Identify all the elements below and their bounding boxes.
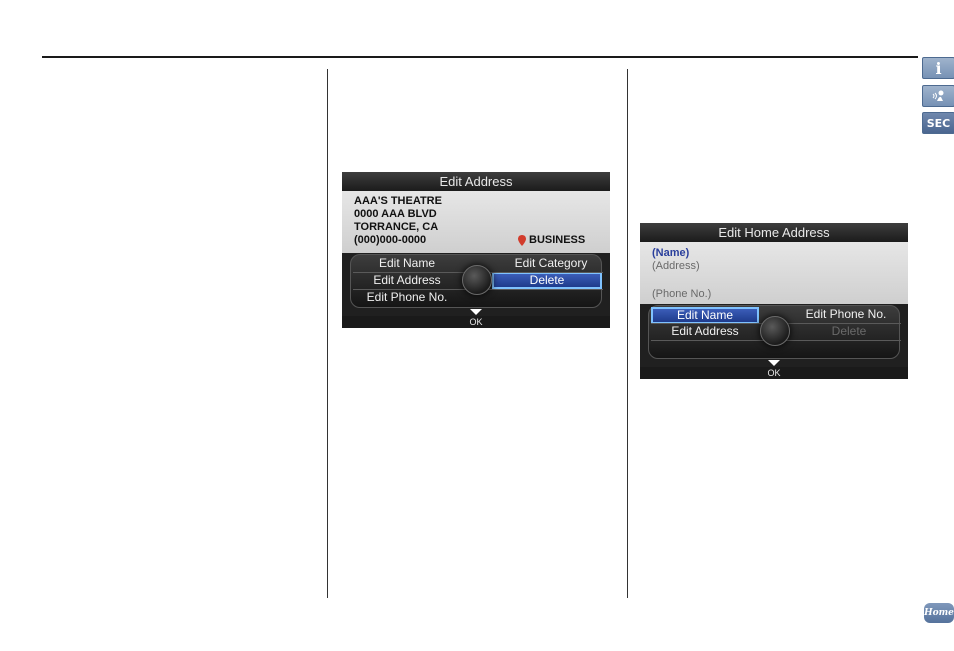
- down-arrow-icon: [470, 309, 482, 315]
- info-tab-button[interactable]: i: [922, 57, 954, 79]
- edit-name-button[interactable]: Edit Name: [651, 307, 759, 324]
- column-divider-left: [327, 69, 328, 598]
- ok-button[interactable]: OK: [461, 317, 491, 327]
- edit-address-screen: Edit Address AAA'S THEATRE 0000 AAA BLVD…: [342, 172, 610, 328]
- edit-phone-button[interactable]: Edit Phone No.: [789, 306, 903, 323]
- edit-category-button[interactable]: Edit Category: [496, 255, 606, 272]
- screen-title-prefix: Edit: [718, 225, 741, 240]
- edit-home-address-screen: Edit Home Address (Name) (Address) (Phon…: [640, 223, 908, 379]
- edit-phone-button[interactable]: Edit Phone No.: [351, 289, 463, 306]
- phone-number: (000)000-0000: [354, 234, 427, 246]
- edit-address-button[interactable]: Edit Address: [351, 272, 463, 289]
- edit-address-button[interactable]: Edit Address: [649, 323, 761, 340]
- info-icon: i: [935, 58, 942, 78]
- category-label: BUSINESS: [518, 234, 585, 247]
- down-arrow-icon: [768, 360, 780, 366]
- home-button[interactable]: Home: [924, 603, 954, 623]
- address-info-panel: AAA'S THEATRE 0000 AAA BLVD TORRANCE, CA…: [342, 191, 610, 253]
- ok-button[interactable]: OK: [759, 368, 789, 378]
- delete-button[interactable]: Delete: [492, 272, 602, 289]
- sec-tab-label: SEC: [926, 116, 951, 130]
- screen-title: Edit Address: [342, 172, 610, 191]
- voice-icon: [932, 90, 943, 101]
- selector-knob[interactable]: [760, 316, 790, 346]
- header-rule: [42, 56, 918, 58]
- home-icon: Home: [924, 608, 954, 618]
- home-name: (Name): [652, 247, 690, 259]
- home-info-panel: (Name) (Address) (Phone No.): [640, 242, 908, 304]
- screen-title: Edit Home Address: [640, 223, 908, 242]
- category-text: BUSINESS: [529, 234, 586, 246]
- screen-title-suffix: Home Address: [744, 225, 830, 240]
- edit-name-button[interactable]: Edit Name: [351, 255, 463, 272]
- street-address: 0000 AAA BLVD: [354, 208, 437, 220]
- selector-knob[interactable]: [462, 265, 492, 295]
- home-phone: (Phone No.): [652, 288, 712, 300]
- place-name: AAA'S THEATRE: [354, 195, 442, 207]
- column-divider-right: [627, 69, 628, 598]
- category-pin-icon: [518, 235, 526, 246]
- sec-tab-button[interactable]: SEC: [922, 112, 954, 134]
- delete-button: Delete: [831, 324, 867, 338]
- voice-tab-button[interactable]: [922, 85, 954, 107]
- home-address: (Address): [652, 260, 700, 272]
- city-state: TORRANCE, CA: [354, 221, 439, 233]
